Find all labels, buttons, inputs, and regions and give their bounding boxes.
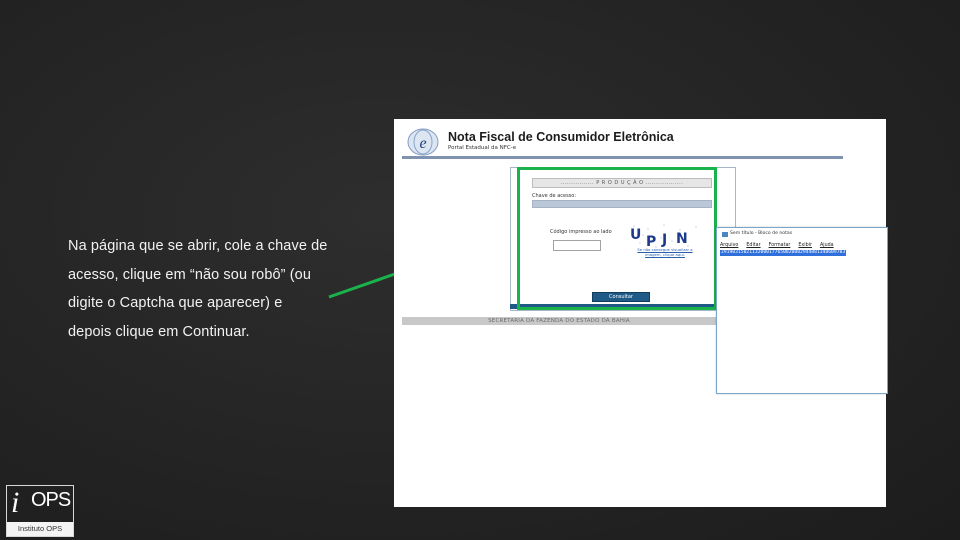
- menu-exibir[interactable]: Exibir: [798, 243, 812, 248]
- logo-word: OPS: [31, 489, 71, 511]
- menu-ajuda[interactable]: Ajuda: [820, 243, 834, 248]
- notepad-window[interactable]: Sem título - Bloco de notas Arquivo Edit…: [716, 227, 888, 394]
- instruction-text: Na página que se abrir, cole a chave de …: [68, 238, 328, 340]
- notepad-selected-text[interactable]: 2919031502113200017765002000294488134860…: [720, 250, 847, 256]
- portal-subtitle: Portal Estadual da NFC-e: [448, 145, 517, 151]
- menu-formatar[interactable]: Formatar: [769, 243, 791, 248]
- nfce-logo-icon: e: [407, 128, 439, 156]
- logo-caption: Instituto OPS: [7, 522, 73, 536]
- form-highlight-box: [517, 167, 717, 310]
- menu-editar[interactable]: Editar: [746, 243, 760, 248]
- header-divider: [402, 156, 843, 159]
- notepad-menu-bar: Arquivo Editar Formatar Exibir Ajuda: [720, 243, 842, 248]
- portal-footer: SECRETARIA DA FAZENDA DO ESTADO DA BAHIA: [402, 317, 716, 325]
- menu-arquivo[interactable]: Arquivo: [720, 243, 738, 248]
- portal-title: Nota Fiscal de Consumidor Eletrônica: [448, 130, 674, 144]
- instituto-ops-logo: i OPS Instituto OPS: [6, 485, 74, 537]
- notepad-icon: [722, 232, 728, 237]
- notepad-title: Sem título - Bloco de notas: [730, 231, 793, 236]
- logo-mark: i OPS: [7, 486, 73, 522]
- svg-text:e: e: [419, 135, 426, 152]
- logo-i-glyph: i: [11, 486, 20, 519]
